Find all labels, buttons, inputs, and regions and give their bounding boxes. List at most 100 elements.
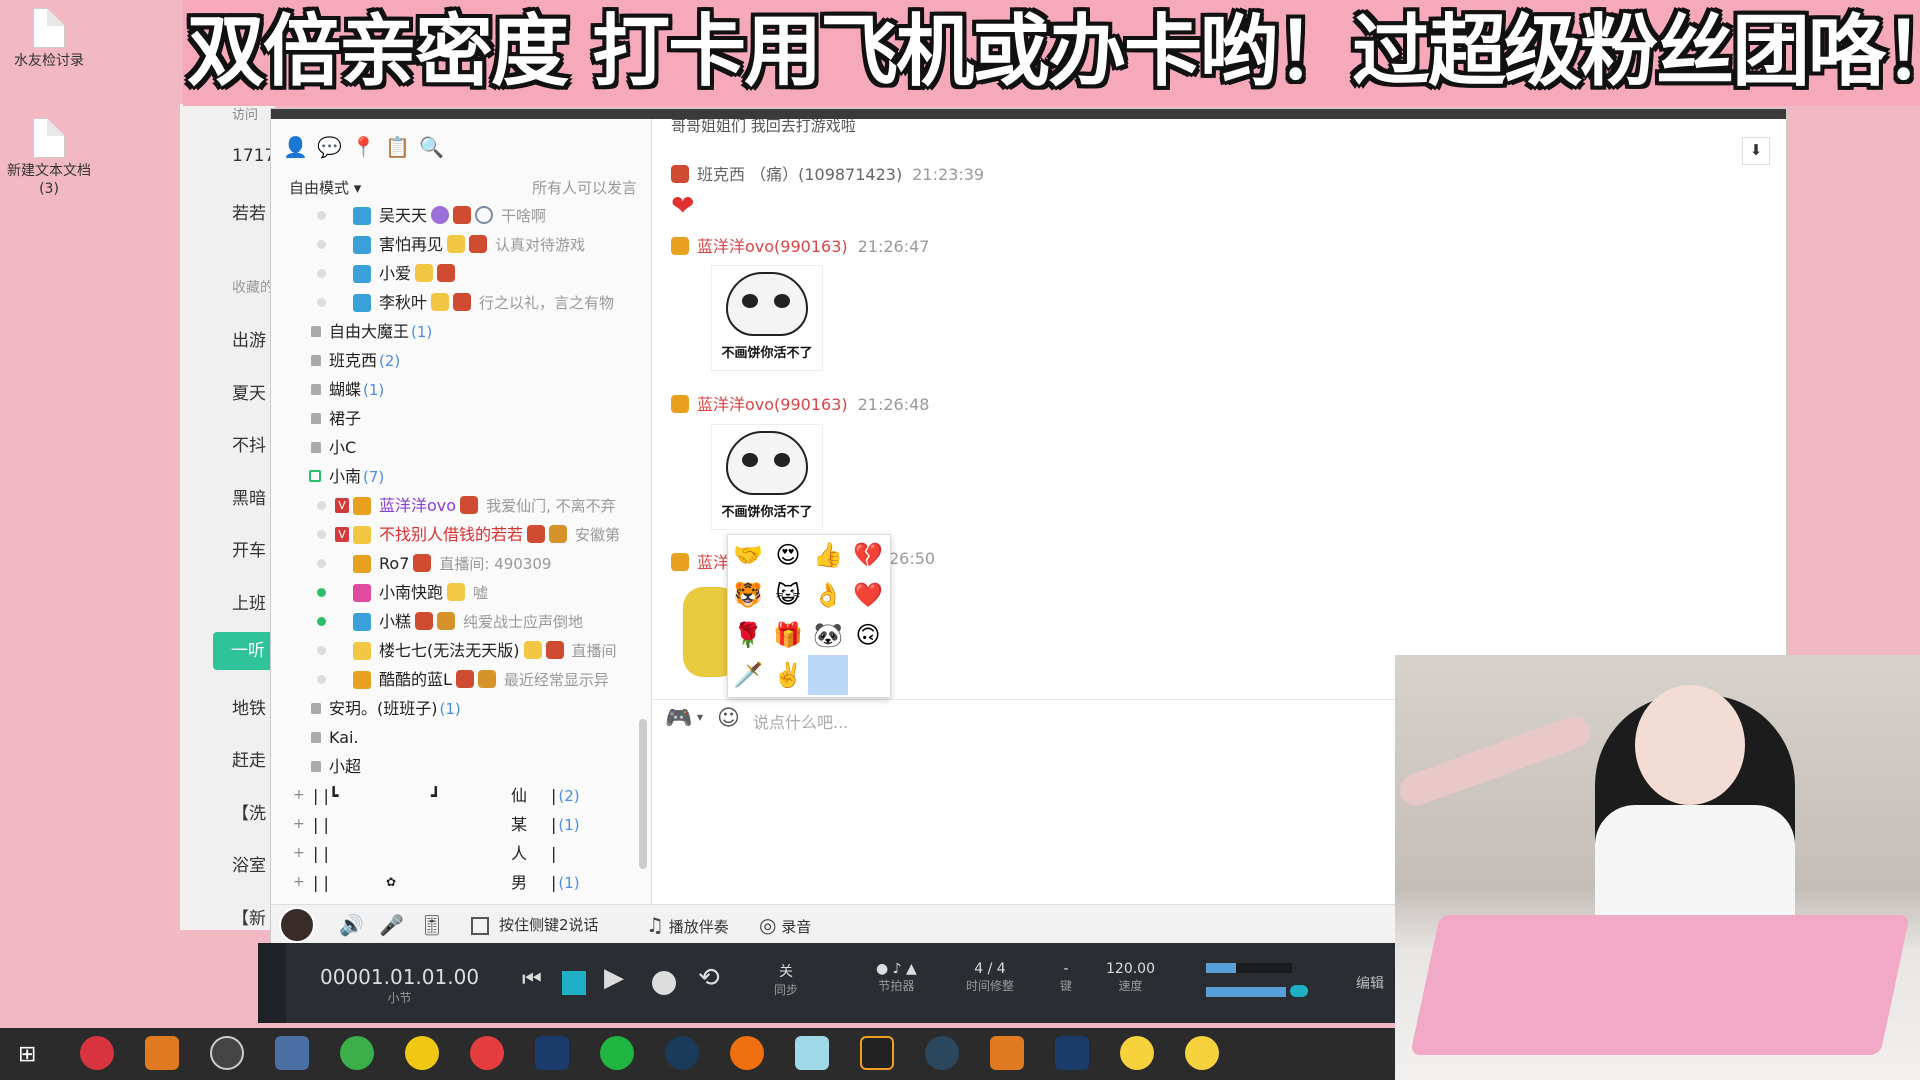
emoji-empty[interactable]	[848, 655, 888, 695]
user-icon[interactable]: 👤	[283, 135, 308, 159]
app-icon[interactable]	[860, 1036, 894, 1070]
bg-list-item[interactable]: 浴室	[232, 851, 266, 876]
time-signature[interactable]: 4 / 4 时间修整	[966, 961, 1014, 994]
member-row[interactable]: 吴天天 干啥啊	[271, 201, 651, 230]
location-icon[interactable]: 📍	[351, 135, 376, 159]
wechat-icon[interactable]	[600, 1036, 634, 1070]
member-row[interactable]: 小糕 纯爱战士应声倒地	[271, 607, 651, 636]
app-icon[interactable]	[405, 1036, 439, 1070]
chat-icon[interactable]: 💬	[317, 135, 342, 159]
daw-app-icon[interactable]	[990, 1036, 1024, 1070]
desktop-icon-file[interactable]: 水友检讨录	[1, 8, 97, 70]
emoji-thumbs-up-icon[interactable]: 👍	[808, 535, 848, 575]
emoji-broken-heart-icon[interactable]: 💔	[848, 535, 888, 575]
chevron-down-icon[interactable]: ▾	[697, 710, 703, 724]
window-title-bar[interactable]	[271, 109, 1786, 119]
emoji-rose-icon[interactable]: 🌹	[728, 615, 768, 655]
bg-list-item[interactable]: 【新	[232, 904, 266, 929]
member-row[interactable]: 李秋叶 行之以礼，言之有物	[271, 288, 651, 317]
expand-plus-icon[interactable]: +	[293, 839, 305, 868]
netease-music-icon[interactable]	[80, 1036, 114, 1070]
emoji-handshake-icon[interactable]: 🤝	[728, 535, 768, 575]
emoji-heart-icon[interactable]: ❤️	[848, 575, 888, 615]
bg-list-item[interactable]: 【洗	[232, 799, 266, 824]
yy-app-icon[interactable]	[1120, 1036, 1154, 1070]
channel-row[interactable]: 小C	[271, 433, 651, 462]
emoji-love-icon[interactable]: 😍	[768, 535, 808, 575]
emoji-gift-icon[interactable]: 🎁	[768, 615, 808, 655]
channel-row[interactable]: 裙子	[271, 404, 651, 433]
channel-row-current[interactable]: 小南 (7)	[271, 462, 651, 491]
member-row[interactable]: V 不找别人借钱的若若 安徽第	[271, 520, 651, 549]
checkbox-icon[interactable]	[471, 916, 489, 935]
emoji-empty-selected[interactable]	[808, 655, 848, 695]
bg-list-item[interactable]: 1717	[232, 146, 275, 166]
member-row[interactable]: 酷酷的蓝L 最近经常显示异	[271, 665, 651, 694]
app-icon[interactable]	[535, 1036, 569, 1070]
accompany-button[interactable]: ♫ 播放伴奏	[646, 905, 729, 945]
channel-row[interactable]: 小超	[271, 752, 651, 781]
emoji-tiger-icon[interactable]: 🐯	[728, 575, 768, 615]
volume-slider[interactable]	[1206, 987, 1286, 997]
microphone-icon[interactable]: 🎤	[379, 905, 404, 945]
tempo-control[interactable]: 120.00 速度	[1106, 961, 1155, 994]
play-icon[interactable]: ▶	[604, 963, 624, 993]
channel-row[interactable]: 安玥。(班班子) (1)	[271, 694, 651, 723]
speak-mode-dropdown[interactable]: 自由模式 ▾	[289, 177, 361, 198]
record-button[interactable]: ◎ 录音	[759, 905, 811, 945]
steam-icon[interactable]	[925, 1036, 959, 1070]
expand-plus-icon[interactable]: +	[293, 810, 305, 839]
remote-icon[interactable]	[275, 1036, 309, 1070]
member-row[interactable]: Ro7 直播间: 490309	[271, 549, 651, 578]
obs-icon[interactable]	[210, 1036, 244, 1070]
list-icon[interactable]: 📋	[385, 135, 410, 159]
loop-icon[interactable]: ⟲	[698, 963, 720, 993]
scroll-to-bottom-button[interactable]: ⬇	[1742, 137, 1770, 165]
emoji-cat-icon[interactable]: 😺	[768, 575, 808, 615]
game-icon[interactable]	[470, 1036, 504, 1070]
bg-list-item[interactable]: 上班	[232, 589, 266, 614]
key-control[interactable]: - 键	[1060, 961, 1072, 994]
chat-username[interactable]: 蓝洋洋ovo(990163)	[697, 237, 848, 256]
expand-plus-icon[interactable]: +	[293, 868, 305, 897]
app-icon[interactable]	[730, 1036, 764, 1070]
group-row[interactable]: + | |┗ ┛ 仙 | (2)	[271, 781, 651, 810]
emoji-ok-hand-icon[interactable]: 👌	[808, 575, 848, 615]
bg-list-item[interactable]: 夏天	[232, 379, 266, 404]
channel-row[interactable]: 蝴蝶 (1)	[271, 375, 651, 404]
member-row[interactable]: 小爱	[271, 259, 651, 288]
desktop-icon-file[interactable]: 新建文本文档(3)	[1, 118, 97, 198]
emoji-face-icon[interactable]: 🙃	[848, 615, 888, 655]
member-row[interactable]: 害怕再见 认真对待游戏	[271, 230, 651, 259]
stop-icon[interactable]	[562, 971, 586, 995]
gamepad-icon[interactable]: 🎮	[665, 706, 692, 731]
app-icon[interactable]	[665, 1036, 699, 1070]
member-row[interactable]: 小南快跑 嘘	[271, 578, 651, 607]
daw-app-icon[interactable]	[145, 1036, 179, 1070]
panda-meme-sticker[interactable]: 不画饼你活不了	[711, 265, 823, 371]
bg-list-item[interactable]: 若若	[232, 199, 266, 224]
app-icon[interactable]	[795, 1036, 829, 1070]
chat-username[interactable]: 蓝洋洋ovo(990163)	[697, 395, 848, 414]
group-row[interactable]: + | | 某 | (1)	[271, 810, 651, 839]
member-row[interactable]: V 蓝洋洋ovo 我爱仙门, 不离不弃	[271, 491, 651, 520]
search-icon[interactable]: 🔍	[419, 135, 444, 159]
emoji-victory-icon[interactable]: ✌️	[768, 655, 808, 695]
member-list-scrollbar[interactable]	[639, 719, 647, 869]
bg-list-item[interactable]: 开车	[232, 536, 266, 561]
group-row[interactable]: + | | ✿ 男 | (1)	[271, 868, 651, 897]
emoji-panda-icon[interactable]: 🐼	[808, 615, 848, 655]
bg-list-item[interactable]: 地铁	[232, 694, 266, 719]
push-to-talk-toggle[interactable]: 按住侧键2说话	[471, 905, 599, 945]
bg-list-item[interactable]: 不抖	[232, 431, 266, 456]
mixer-icon[interactable]: 🎚	[419, 905, 444, 945]
bg-list-item-active[interactable]: 一听	[213, 632, 273, 670]
sync-control[interactable]: 关 同步	[774, 961, 798, 998]
metronome-control[interactable]: ● ♪ ▲ 节拍器	[876, 961, 917, 994]
expand-plus-icon[interactable]: +	[293, 781, 305, 810]
yy-app-icon[interactable]	[1185, 1036, 1219, 1070]
channel-row[interactable]: 班克西 (2)	[271, 346, 651, 375]
channel-row[interactable]: Kai.	[271, 723, 651, 752]
panda-meme-sticker[interactable]: 不画饼你活不了	[711, 424, 823, 530]
bg-list-item[interactable]: 出游	[232, 326, 266, 351]
